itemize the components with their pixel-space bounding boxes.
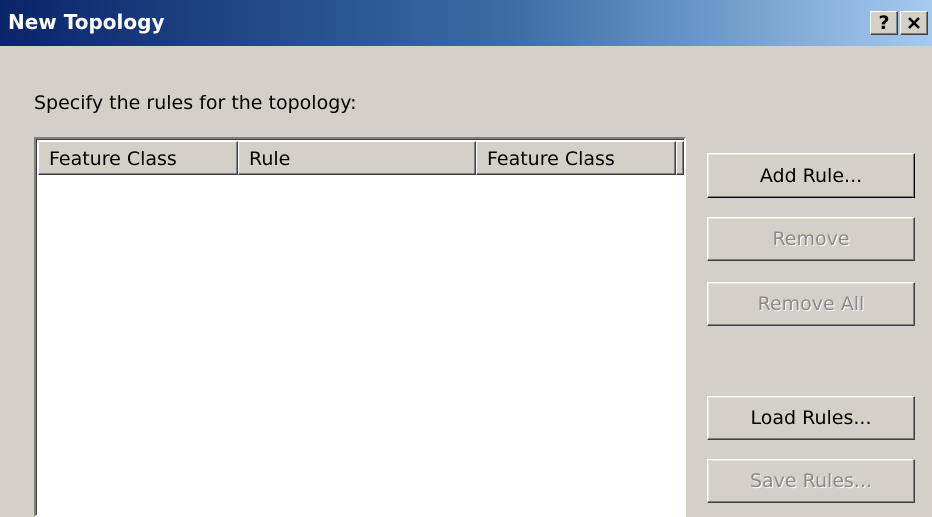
help-icon: ? — [878, 12, 890, 34]
rules-list-header: Feature Class Rule Feature Class — [38, 141, 684, 175]
load-rules-button[interactable]: Load Rules... — [707, 396, 915, 440]
column-header-rule[interactable]: Rule — [238, 141, 476, 175]
title-bar[interactable]: New Topology ? — [0, 0, 932, 46]
instruction-label: Specify the rules for the topology: — [34, 92, 357, 114]
remove-all-button[interactable]: Remove All — [707, 282, 915, 326]
column-header-filler — [676, 141, 684, 175]
help-button[interactable]: ? — [870, 11, 898, 35]
remove-button[interactable]: Remove — [707, 217, 915, 261]
rules-list[interactable]: Feature Class Rule Feature Class — [34, 137, 686, 517]
save-rules-button[interactable]: Save Rules... — [707, 459, 915, 503]
add-rule-button[interactable]: Add Rule... — [707, 153, 915, 198]
column-header-feature-class-1[interactable]: Feature Class — [38, 141, 238, 175]
window-title: New Topology — [8, 10, 165, 34]
column-header-feature-class-2[interactable]: Feature Class — [476, 141, 676, 175]
close-button[interactable] — [900, 11, 928, 35]
close-icon — [907, 16, 921, 30]
